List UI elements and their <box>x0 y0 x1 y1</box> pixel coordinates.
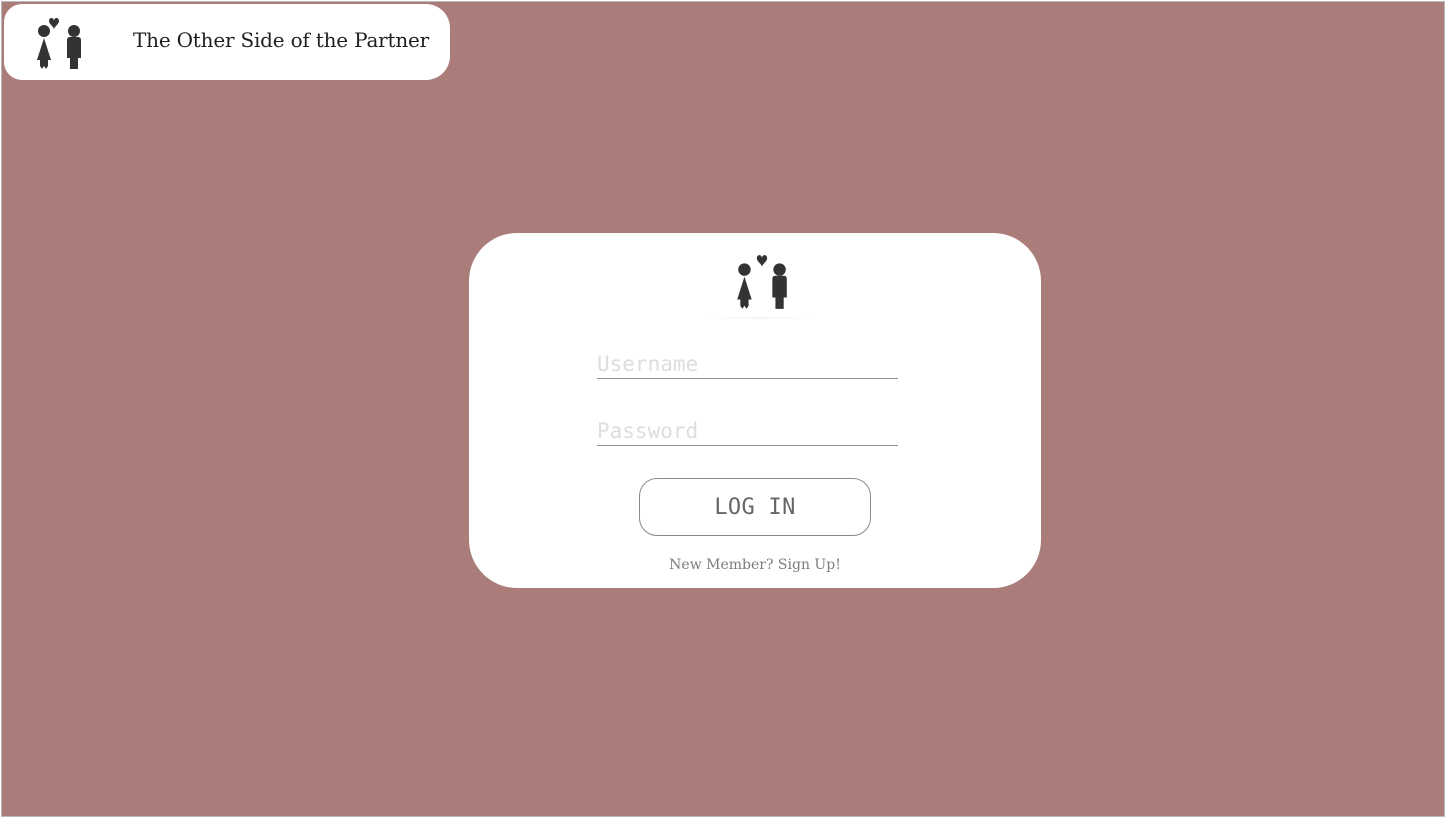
username-input[interactable] <box>597 350 898 379</box>
signup-link[interactable]: New Member? Sign Up! <box>469 557 1041 573</box>
brand-header: The Other Side of the Partner <box>4 4 450 80</box>
couple-heart-icon <box>731 253 793 313</box>
page-title: The Other Side of the Partner <box>133 28 430 52</box>
password-input[interactable] <box>597 417 898 446</box>
login-card: LOG IN New Member? Sign Up! <box>469 233 1041 588</box>
login-button[interactable]: LOG IN <box>639 478 871 536</box>
page-background: The Other Side of the Partner LOG IN New… <box>2 2 1444 816</box>
logo-divider <box>701 317 819 319</box>
couple-heart-icon <box>30 16 90 74</box>
